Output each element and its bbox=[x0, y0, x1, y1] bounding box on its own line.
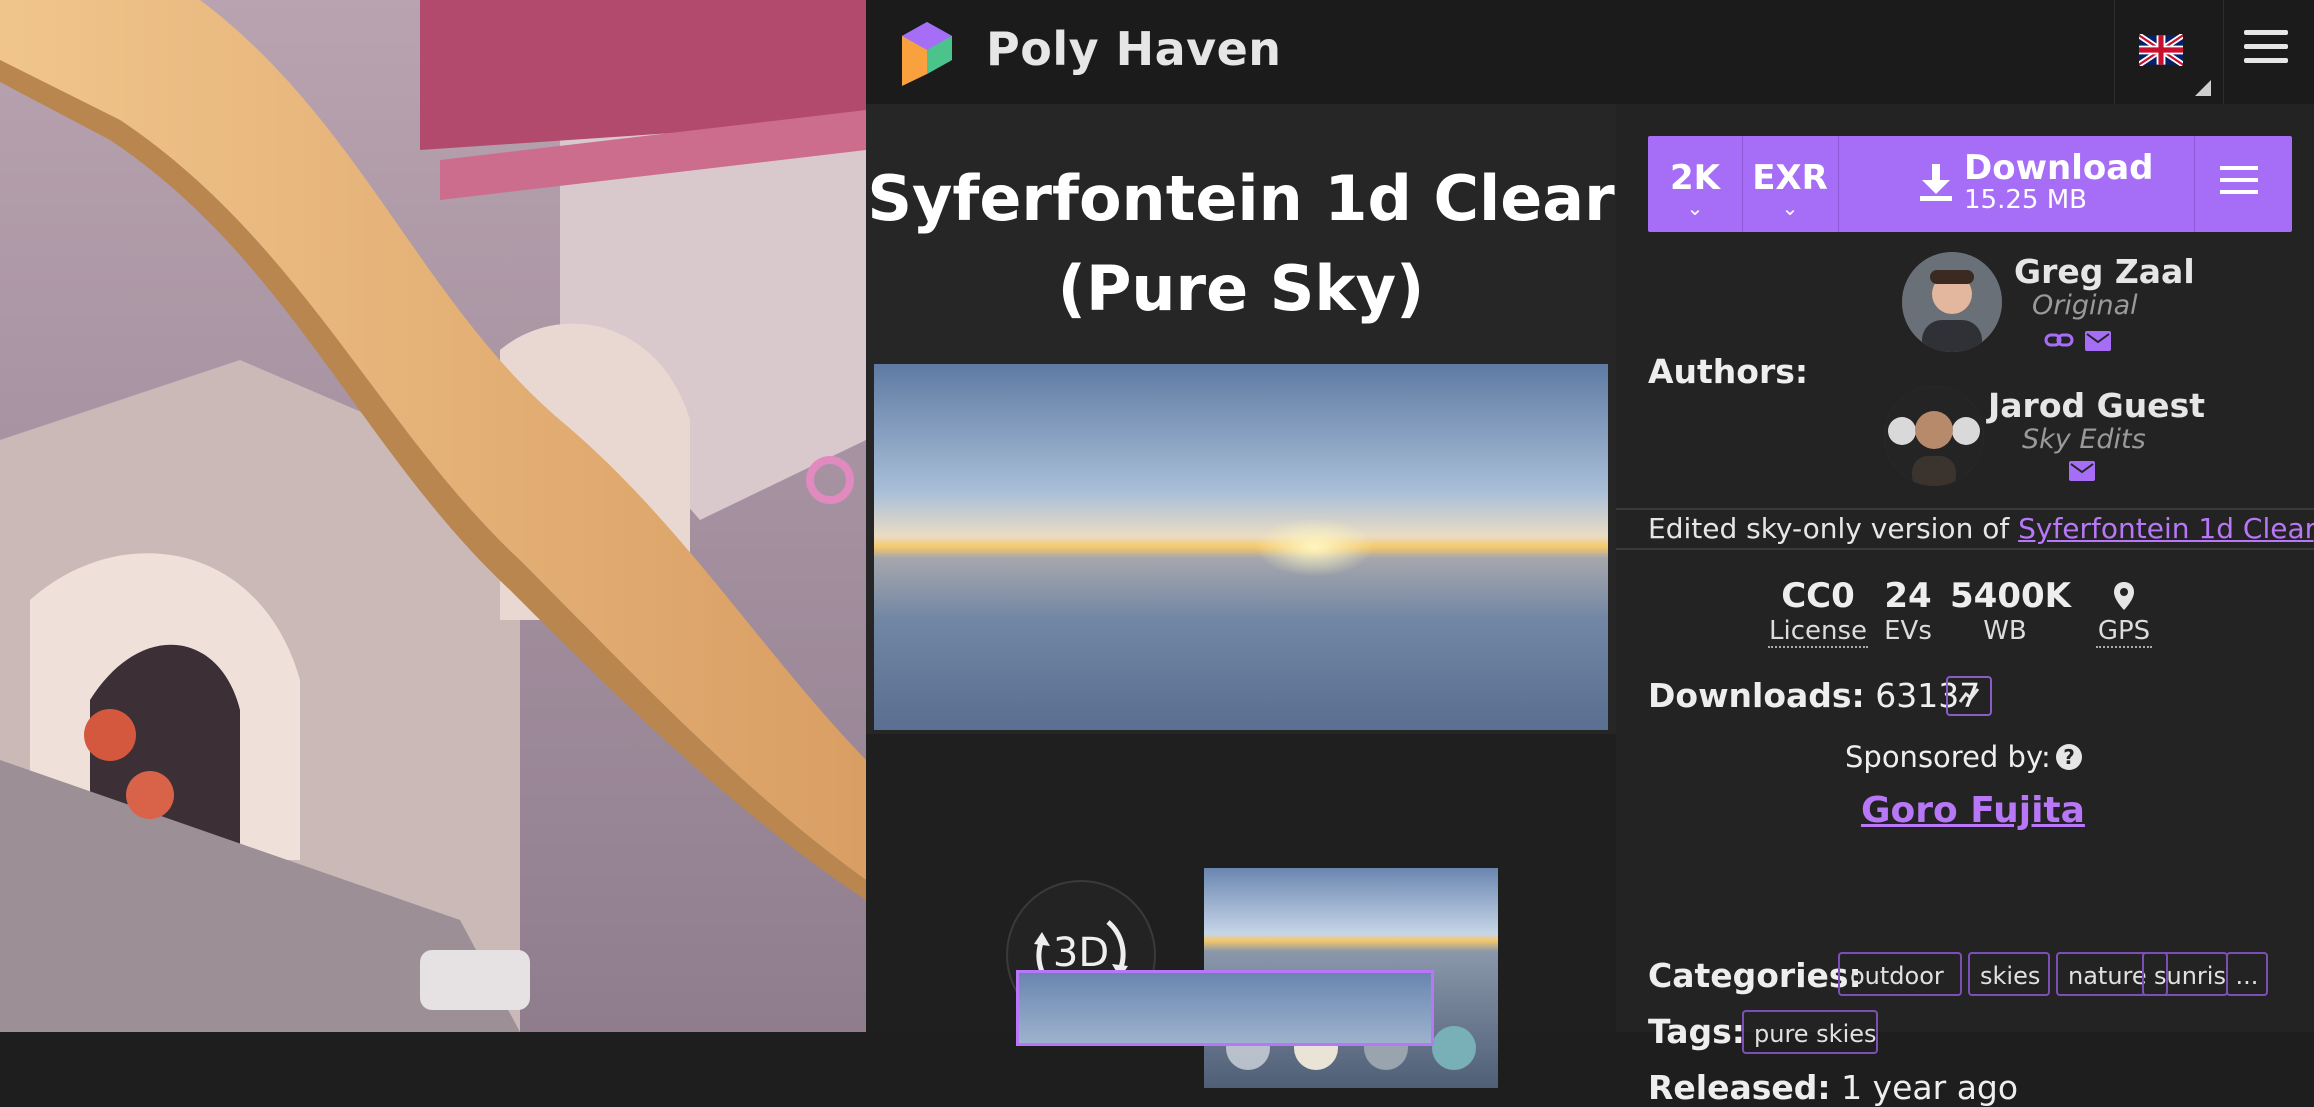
divider bbox=[1616, 548, 2314, 550]
gps-pin-icon bbox=[2112, 580, 2136, 614]
stat-key: EVs bbox=[1878, 616, 1938, 646]
stat-value: 5400K bbox=[1950, 576, 2060, 616]
author-greg-zaal[interactable]: Greg Zaal Original bbox=[1902, 252, 2222, 362]
stat-gps[interactable]: GPS bbox=[2096, 576, 2152, 648]
downloads-label: Downloads: bbox=[1648, 676, 1865, 715]
stat-key: WB bbox=[1950, 616, 2060, 646]
stat-value: CC0 bbox=[1768, 576, 1868, 616]
help-icon[interactable]: ? bbox=[2056, 744, 2082, 770]
tag-chip[interactable]: pure skies bbox=[1742, 1010, 1878, 1054]
stat-value: 24 bbox=[1878, 576, 1938, 616]
author-role: Original bbox=[2032, 290, 2138, 321]
top-header: Poly Haven bbox=[866, 0, 2314, 104]
asset-preview-panel: Syferfontein 1d Clear (Pure Sky) bbox=[866, 104, 1616, 1032]
download-size: 15.25 MB bbox=[1964, 186, 2087, 214]
uk-flag-icon bbox=[2139, 34, 2183, 66]
author-name[interactable]: Jarod Guest bbox=[1988, 386, 2205, 425]
category-tag[interactable]: skies bbox=[1968, 952, 2050, 996]
chevron-down-icon: ⌄ bbox=[1648, 198, 1742, 218]
stat-evs: 24 EVs bbox=[1878, 576, 1938, 646]
page-title: Syferfontein 1d Clear (Pure Sky) bbox=[866, 154, 1616, 334]
resolution-dropdown[interactable]: 2K ⌄ bbox=[1648, 136, 1743, 232]
categories-label: Categories: bbox=[1648, 956, 1862, 995]
email-icon[interactable] bbox=[2068, 460, 2096, 482]
avatar[interactable] bbox=[1902, 252, 2002, 352]
format-value: EXR bbox=[1742, 158, 1838, 198]
dropdown-corner-icon bbox=[2195, 80, 2211, 96]
download-label: Download bbox=[1964, 150, 2154, 186]
authors-label: Authors: bbox=[1648, 352, 1808, 391]
chevron-down-icon: ⌄ bbox=[1742, 198, 1838, 218]
stat-wb: 5400K WB bbox=[1950, 576, 2060, 646]
sponsored-label: Sponsored by: bbox=[1845, 740, 2051, 774]
download-icon bbox=[1918, 162, 1954, 202]
author-jarod-guest[interactable]: Jarod Guest Sky Edits bbox=[1884, 386, 2224, 496]
released-label: Released: bbox=[1648, 1068, 1831, 1107]
brand-name[interactable]: Poly Haven bbox=[986, 22, 1282, 76]
description-text: Edited sky-only version of bbox=[1648, 512, 2018, 545]
stat-key: License bbox=[1768, 616, 1868, 648]
downloads-graph-button[interactable] bbox=[1946, 676, 1992, 716]
stat-license[interactable]: CC0 License bbox=[1768, 576, 1868, 648]
avatar[interactable] bbox=[1884, 386, 1984, 486]
thumbnail-selected[interactable] bbox=[1016, 970, 1434, 1046]
downloads-count: Downloads: 63137 bbox=[1648, 676, 1980, 715]
asset-info-panel: 2K ⌄ EXR ⌄ Download 15.25 MB Authors: bbox=[1616, 104, 2314, 1032]
author-role: Sky Edits bbox=[2022, 424, 2146, 455]
resolution-value: 2K bbox=[1648, 158, 1742, 198]
stat-key: GPS bbox=[2096, 616, 2152, 648]
released-value: 1 year ago bbox=[1841, 1068, 2018, 1107]
category-tag[interactable]: outdoor bbox=[1838, 952, 1962, 996]
background-artwork bbox=[0, 0, 866, 1032]
asset-description: Edited sky-only version of Syferfontein … bbox=[1648, 512, 2314, 545]
email-icon[interactable] bbox=[2084, 330, 2112, 352]
download-options-menu-icon[interactable] bbox=[2220, 166, 2258, 202]
link-icon[interactable] bbox=[2044, 330, 2074, 350]
graph-icon bbox=[1948, 678, 1990, 714]
download-button[interactable]: Download 15.25 MB bbox=[1838, 136, 2195, 232]
release-date: Released: 1 year ago bbox=[1648, 1068, 2018, 1107]
author-name[interactable]: Greg Zaal bbox=[2014, 252, 2195, 291]
title-line-2: (Pure Sky) bbox=[866, 244, 1616, 334]
poly-haven-logo-icon[interactable] bbox=[898, 16, 956, 86]
download-bar: 2K ⌄ EXR ⌄ Download 15.25 MB bbox=[1648, 136, 2292, 232]
source-asset-link[interactable]: Syferfontein 1d Clear bbox=[2018, 512, 2313, 545]
sponsor-link[interactable]: Goro Fujita bbox=[1861, 790, 2085, 831]
more-categories-button[interactable]: ... bbox=[2226, 952, 2268, 996]
title-line-1: Syferfontein 1d Clear bbox=[866, 154, 1616, 244]
format-dropdown[interactable]: EXR ⌄ bbox=[1742, 136, 1839, 232]
divider bbox=[1616, 508, 2314, 510]
category-tag[interactable]: sunris bbox=[2142, 952, 2228, 996]
language-selector[interactable] bbox=[2114, 0, 2224, 104]
hdri-preview-image[interactable] bbox=[874, 364, 1608, 730]
hamburger-menu-icon[interactable] bbox=[2244, 30, 2288, 70]
